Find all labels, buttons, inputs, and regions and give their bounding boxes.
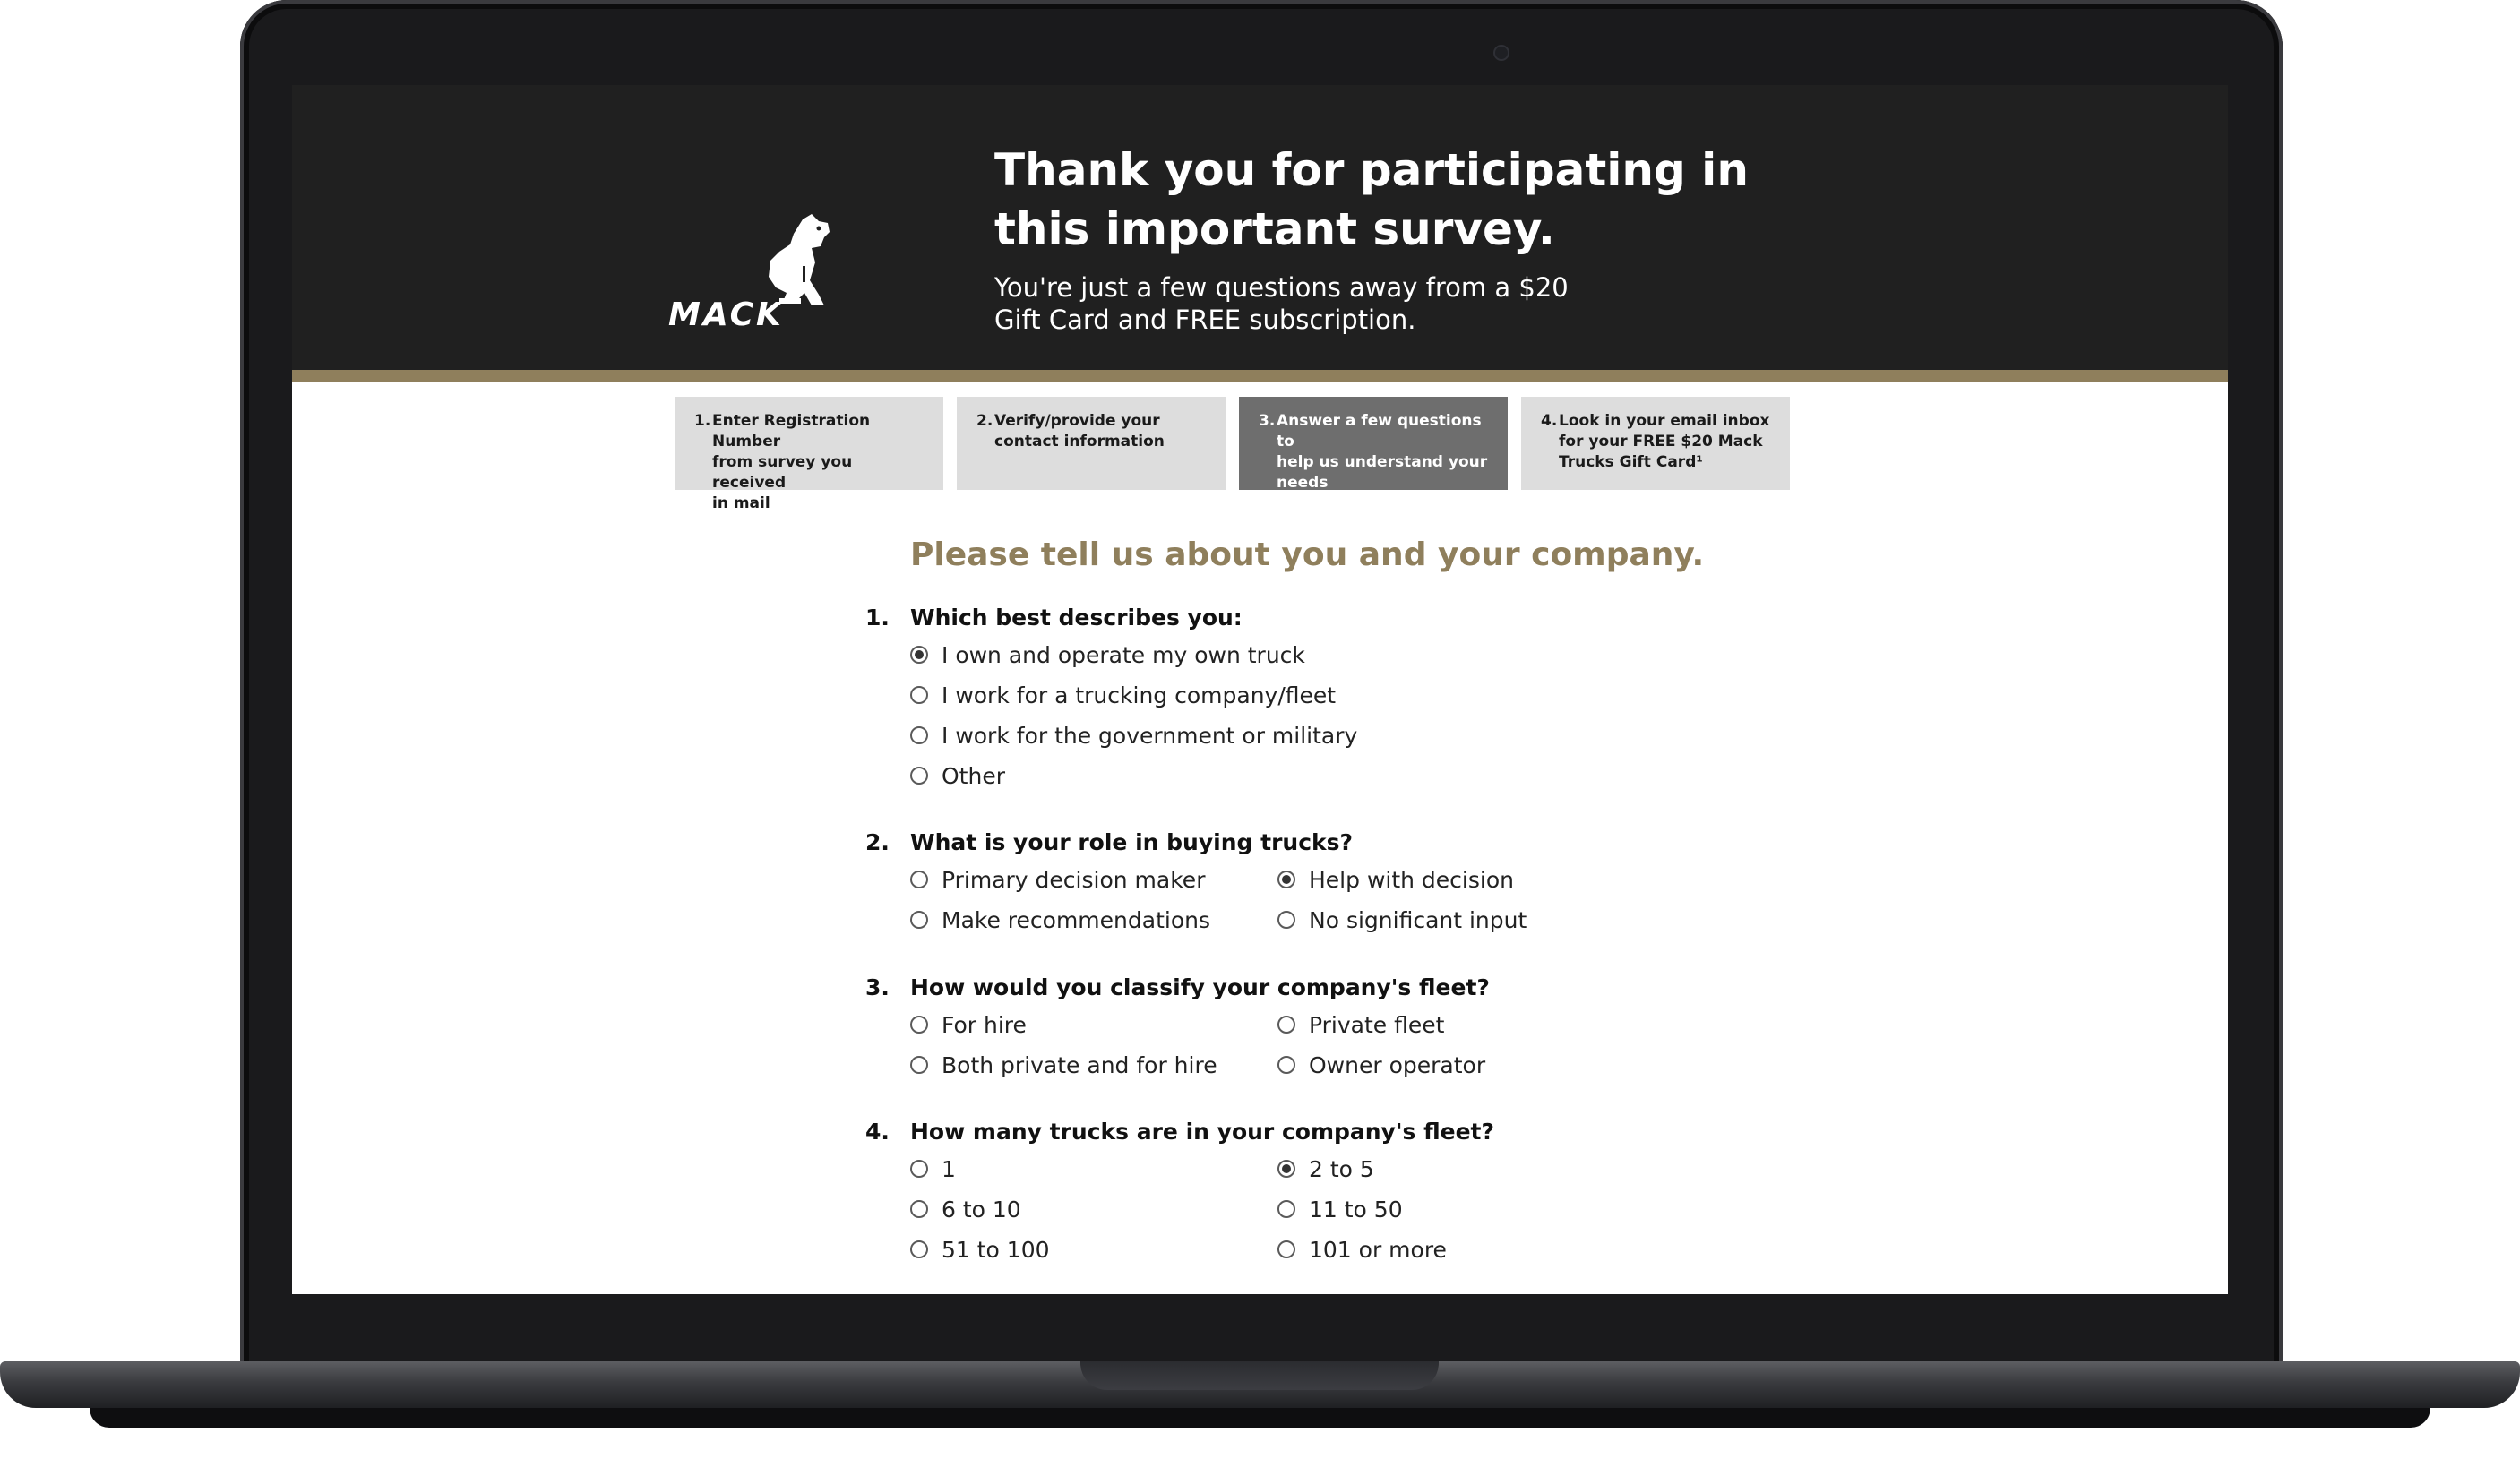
option-primary-decision[interactable]: Primary decision maker	[910, 866, 1205, 893]
step-3-active: 3. Answer a few questions to help us und…	[1239, 397, 1508, 492]
option-label: I work for the government or military	[942, 722, 1358, 749]
question-number: 1.	[865, 605, 890, 631]
option-label: 2 to 5	[1309, 1155, 1374, 1182]
camera-dot	[1493, 45, 1509, 61]
survey-page: MACK Thank you for participating in this…	[292, 85, 2228, 1294]
question-number: 2.	[865, 829, 890, 855]
option-owner-operator[interactable]: Owner operator	[1277, 1051, 1485, 1078]
step-number: 4.	[1541, 412, 1558, 430]
option-label: Primary decision maker	[942, 866, 1206, 893]
question-text: What is your role in buying trucks?	[910, 829, 1354, 855]
hero-title: Thank you for participating in this impo…	[994, 144, 1749, 255]
option-label: For hire	[942, 1011, 1027, 1038]
radio-button[interactable]	[1277, 871, 1295, 888]
radio-button[interactable]	[910, 1240, 928, 1258]
option-fleet-11-50[interactable]: 11 to 50	[1277, 1196, 1403, 1222]
option-label: Help with decision	[1309, 866, 1514, 893]
step-number: 1.	[694, 412, 711, 430]
option-label: Private fleet	[1309, 1011, 1445, 1038]
option-fleet-2-5[interactable]: 2 to 5	[1277, 1155, 1374, 1182]
option-recommendations[interactable]: Make recommendations	[910, 906, 1210, 933]
radio-button[interactable]	[910, 1160, 928, 1178]
step-label: Enter Registration Number from survey yo…	[712, 412, 871, 512]
radio-button[interactable]	[910, 1056, 928, 1074]
gold-divider	[292, 370, 2228, 382]
question-text: How would you classify your company's fl…	[910, 974, 1490, 1000]
radio-button[interactable]	[910, 686, 928, 704]
option-label: No significant input	[1309, 906, 1527, 933]
option-label: 51 to 100	[942, 1236, 1050, 1263]
step-label: Look in your email inbox for your FREE $…	[1559, 412, 1770, 471]
hero-subtitle: You're just a few questions away from a …	[994, 272, 1569, 335]
step-1: 1. Enter Registration Number from survey…	[675, 397, 943, 512]
option-other[interactable]: Other	[910, 762, 1005, 789]
step-number: 3.	[1259, 412, 1276, 430]
option-help-decision[interactable]: Help with decision	[1277, 866, 1514, 893]
option-label: 11 to 50	[1309, 1196, 1403, 1222]
option-own-operate[interactable]: I own and operate my own truck	[910, 641, 1305, 668]
option-label: Make recommendations	[942, 906, 1210, 933]
laptop-notch	[1080, 1361, 1439, 1390]
step-2: 2. Verify/provide your contact informati…	[957, 397, 1226, 490]
option-label: Owner operator	[1309, 1051, 1486, 1078]
option-fleet-101-plus[interactable]: 101 or more	[1277, 1236, 1447, 1263]
option-for-hire[interactable]: For hire	[910, 1011, 1027, 1038]
step-label: Answer a few questions to help us unders…	[1277, 412, 1488, 492]
radio-button[interactable]	[910, 1200, 928, 1218]
option-both[interactable]: Both private and for hire	[910, 1051, 1217, 1078]
option-label: Other	[942, 762, 1005, 789]
radio-button[interactable]	[1277, 1016, 1295, 1034]
radio-button[interactable]	[1277, 1200, 1295, 1218]
question-number: 4.	[865, 1119, 890, 1145]
radio-button[interactable]	[910, 767, 928, 785]
radio-button[interactable]	[1277, 1240, 1295, 1258]
radio-button[interactable]	[910, 871, 928, 888]
laptop-shadow	[90, 1408, 2430, 1428]
radio-button[interactable]	[1277, 1160, 1295, 1178]
option-label: 6 to 10	[942, 1196, 1021, 1222]
mack-logo: MACK	[668, 212, 865, 333]
question-text: How many trucks are in your company's fl…	[910, 1119, 1494, 1145]
radio-button[interactable]	[1277, 911, 1295, 929]
form-title: Please tell us about you and your compan…	[910, 536, 1705, 573]
step-number: 2.	[976, 412, 993, 430]
step-4: 4. Look in your email inbox for your FRE…	[1521, 397, 1790, 490]
question-text: Which best describes you:	[910, 605, 1243, 631]
option-label: 1	[942, 1155, 956, 1182]
option-label: I own and operate my own truck	[942, 641, 1305, 668]
option-label: Both private and for hire	[942, 1051, 1217, 1078]
radio-button[interactable]	[910, 911, 928, 929]
option-fleet-1[interactable]: 1	[910, 1155, 956, 1182]
option-private-fleet[interactable]: Private fleet	[1277, 1011, 1444, 1038]
option-trucking-company[interactable]: I work for a trucking company/fleet	[910, 682, 1336, 708]
option-government[interactable]: I work for the government or military	[910, 722, 1357, 749]
option-label: 101 or more	[1309, 1236, 1447, 1263]
radio-button[interactable]	[910, 726, 928, 744]
hero-banner: MACK Thank you for participating in this…	[292, 85, 2228, 370]
question-number: 3.	[865, 974, 890, 1000]
option-no-input[interactable]: No significant input	[1277, 906, 1527, 933]
radio-button[interactable]	[1277, 1056, 1295, 1074]
radio-button[interactable]	[910, 646, 928, 664]
radio-button[interactable]	[910, 1016, 928, 1034]
option-fleet-6-10[interactable]: 6 to 10	[910, 1196, 1021, 1222]
option-fleet-51-100[interactable]: 51 to 100	[910, 1236, 1050, 1263]
option-label: I work for a trucking company/fleet	[942, 682, 1337, 708]
logo-wordmark: MACK	[668, 296, 784, 333]
step-label: Verify/provide your contact information	[994, 412, 1165, 450]
